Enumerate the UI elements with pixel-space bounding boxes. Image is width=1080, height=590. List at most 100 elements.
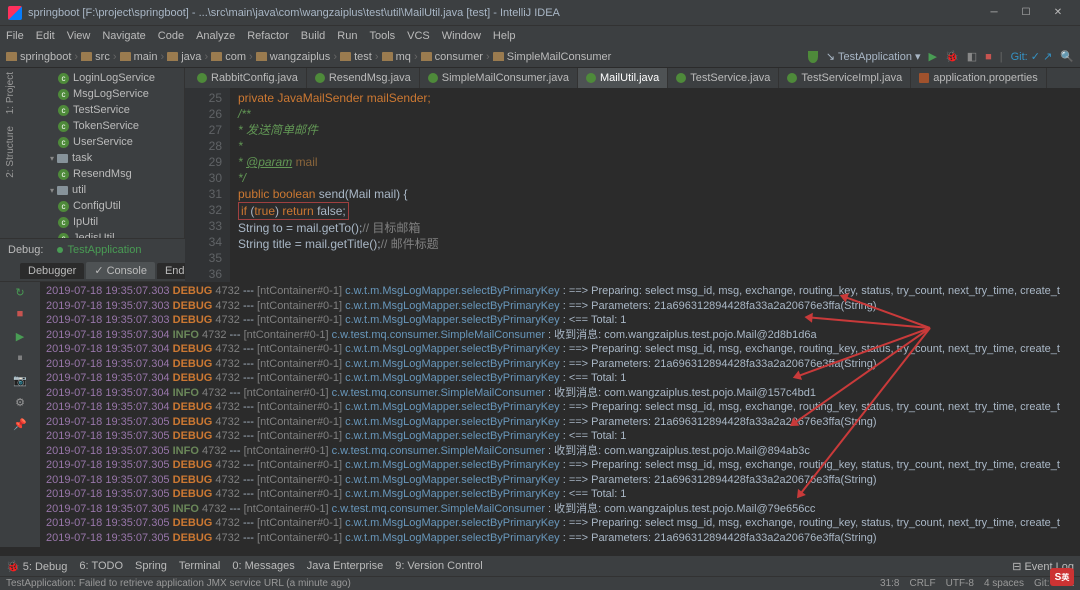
rerun-button[interactable]: ↻ (11, 286, 29, 302)
maximize-button[interactable]: ☐ (1012, 4, 1040, 22)
tool-versioncontrol[interactable]: 9: Version Control (395, 560, 482, 572)
tree-item-tokenservice[interactable]: cTokenService (20, 118, 184, 134)
tab-resendmsg-java[interactable]: ResendMsg.java (307, 68, 420, 88)
settings-icon[interactable]: ⚙ (11, 396, 29, 412)
editor-tabs: RabbitConfig.javaResendMsg.javaSimpleMai… (185, 68, 1080, 88)
menu-tools[interactable]: Tools (369, 30, 395, 42)
resume-button[interactable]: ▶ (11, 330, 29, 346)
menu-build[interactable]: Build (301, 30, 325, 42)
run-config-selector[interactable]: ↘ TestApplication ▾ (826, 50, 921, 63)
tab-mailutil-java[interactable]: MailUtil.java (578, 68, 668, 88)
tree-item-msglogservice[interactable]: cMsgLogService (20, 86, 184, 102)
menu-vcs[interactable]: VCS (407, 30, 430, 42)
breadcrumb-item[interactable]: java (181, 51, 201, 63)
tool-javaenterprise[interactable]: Java Enterprise (307, 560, 383, 572)
tree-item-userservice[interactable]: cUserService (20, 134, 184, 150)
tree-item-task[interactable]: ▾task (20, 150, 184, 166)
menu-view[interactable]: View (67, 30, 91, 42)
menu-help[interactable]: Help (493, 30, 516, 42)
tab-simplemailconsumer-java[interactable]: SimpleMailConsumer.java (420, 68, 578, 88)
breadcrumb-item[interactable]: SimpleMailConsumer (507, 51, 612, 63)
caret-pos[interactable]: 31:8 (880, 578, 899, 589)
line-sep[interactable]: CRLF (909, 578, 935, 589)
menu-run[interactable]: Run (337, 30, 357, 42)
tree-item-resendmsg[interactable]: cResendMsg (20, 166, 184, 182)
tree-item-configutil[interactable]: cConfigUtil (20, 198, 184, 214)
log-line: 2019-07-18 19:35:07.304 INFO 4732 --- [n… (46, 328, 1080, 343)
breadcrumb-item[interactable]: src (95, 51, 110, 63)
tool-spring[interactable]: Spring (135, 560, 167, 572)
log-line: 2019-07-18 19:35:07.303 DEBUG 4732 --- [… (46, 284, 1080, 299)
run-button[interactable]: ▶ (929, 50, 937, 63)
menu-navigate[interactable]: Navigate (102, 30, 145, 42)
minimize-button[interactable]: ─ (980, 4, 1008, 22)
breadcrumb-item[interactable]: consumer (435, 51, 483, 63)
tool-todo[interactable]: 6: TODO (79, 560, 123, 572)
log-line: 2019-07-18 19:35:07.305 DEBUG 4732 --- [… (46, 516, 1080, 531)
breadcrumb-item[interactable]: wangzaiplus (270, 51, 331, 63)
bottom-tool-bar: 🐞 5: Debug 6: TODO Spring Terminal 0: Messag… (0, 556, 1080, 576)
debug-tab-console[interactable]: ✓ Console (86, 262, 155, 279)
shield-icon[interactable] (808, 51, 818, 63)
project-tree[interactable]: cLoginLogServicecMsgLogServicecTestServi… (20, 68, 185, 238)
tab-testserviceimpl-java[interactable]: TestServiceImpl.java (779, 68, 911, 88)
log-line: 2019-07-18 19:35:07.305 DEBUG 4732 --- [… (46, 429, 1080, 444)
pause-button[interactable]: ⏸ (11, 352, 29, 368)
tab-rabbitconfig-java[interactable]: RabbitConfig.java (189, 68, 307, 88)
log-line: 2019-07-18 19:35:07.304 DEBUG 4732 --- [… (46, 357, 1080, 372)
pin-icon[interactable]: 📌 (11, 418, 29, 434)
line-gutter: 252627282930313233343536 (185, 88, 230, 282)
log-line: 2019-07-18 19:35:07.305 DEBUG 4732 --- [… (46, 531, 1080, 546)
ime-badge[interactable]: S英 (1050, 568, 1074, 586)
menu-edit[interactable]: Edit (36, 30, 55, 42)
log-line: 2019-07-18 19:35:07.305 INFO 4732 --- [n… (46, 444, 1080, 459)
tab-application-properties[interactable]: application.properties (911, 68, 1047, 88)
git-pull-button[interactable]: Git: ✓ ↗ (1011, 50, 1053, 63)
menu-refactor[interactable]: Refactor (247, 30, 289, 42)
stop-button[interactable]: ■ (985, 51, 992, 63)
tool-messages[interactable]: 0: Messages (232, 560, 294, 572)
search-button[interactable]: 🔍 (1060, 50, 1074, 63)
tree-item-loginlogservice[interactable]: cLoginLogService (20, 70, 184, 86)
close-button[interactable]: ✕ (1044, 4, 1072, 22)
titlebar: springboot [F:\project\springboot] - ...… (0, 0, 1080, 26)
coverage-button[interactable]: ◧ (967, 50, 977, 63)
tree-item-testservice[interactable]: cTestService (20, 102, 184, 118)
breadcrumb-item[interactable]: main (134, 51, 158, 63)
stop-button-2[interactable]: ■ (11, 308, 29, 324)
debug-tab-debugger[interactable]: Debugger (20, 263, 84, 279)
tool-terminal[interactable]: Terminal (179, 560, 221, 572)
menu-code[interactable]: Code (158, 30, 184, 42)
indent[interactable]: 4 spaces (984, 578, 1024, 589)
log-line: 2019-07-18 19:35:07.304 DEBUG 4732 --- [… (46, 342, 1080, 357)
highlighted-code: if (true) return false; (238, 202, 349, 220)
log-line: 2019-07-18 19:35:07.304 INFO 4732 --- [n… (46, 386, 1080, 401)
camera-icon[interactable]: 📷 (11, 374, 29, 390)
log-line: 2019-07-18 19:35:07.305 DEBUG 4732 --- [… (46, 415, 1080, 430)
console-output[interactable]: 2019-07-18 19:35:07.303 DEBUG 4732 --- [… (40, 282, 1080, 547)
debug-button[interactable]: 🐞 (945, 50, 959, 63)
tree-item-iputil[interactable]: cIpUtil (20, 214, 184, 230)
encoding[interactable]: UTF-8 (946, 578, 974, 589)
status-bar: TestApplication: Failed to retrieve appl… (0, 576, 1080, 590)
project-tool-button[interactable]: 1: Project (5, 72, 16, 114)
log-line: 2019-07-18 19:35:07.305 DEBUG 4732 --- [… (46, 545, 1080, 547)
breadcrumb-bar: springboot › src › main › java › com › w… (0, 46, 1080, 68)
tool-debug[interactable]: 🐞 5: Debug (6, 560, 67, 573)
console-toolbar: ↻ ■ ▶ ⏸ 📷 ⚙ 📌 (0, 282, 40, 547)
code-text[interactable]: private JavaMailSender mailSender; /** *… (230, 88, 1080, 282)
log-line: 2019-07-18 19:35:07.305 DEBUG 4732 --- [… (46, 458, 1080, 473)
menu-file[interactable]: File (6, 30, 24, 42)
structure-tool-button[interactable]: 2: Structure (5, 126, 16, 178)
menu-window[interactable]: Window (442, 30, 481, 42)
breadcrumb-item[interactable]: test (354, 51, 372, 63)
tab-testservice-java[interactable]: TestService.java (668, 68, 779, 88)
breadcrumb-item[interactable]: mq (396, 51, 411, 63)
code-editor[interactable]: 252627282930313233343536 private JavaMai… (185, 88, 1080, 282)
breadcrumb-item[interactable]: com (225, 51, 246, 63)
log-line: 2019-07-18 19:35:07.303 DEBUG 4732 --- [… (46, 313, 1080, 328)
tree-item-jedisutil[interactable]: cJedisUtil (20, 230, 184, 238)
tree-item-util[interactable]: ▾util (20, 182, 184, 198)
menu-analyze[interactable]: Analyze (196, 30, 235, 42)
breadcrumb-item[interactable]: springboot (20, 51, 71, 63)
